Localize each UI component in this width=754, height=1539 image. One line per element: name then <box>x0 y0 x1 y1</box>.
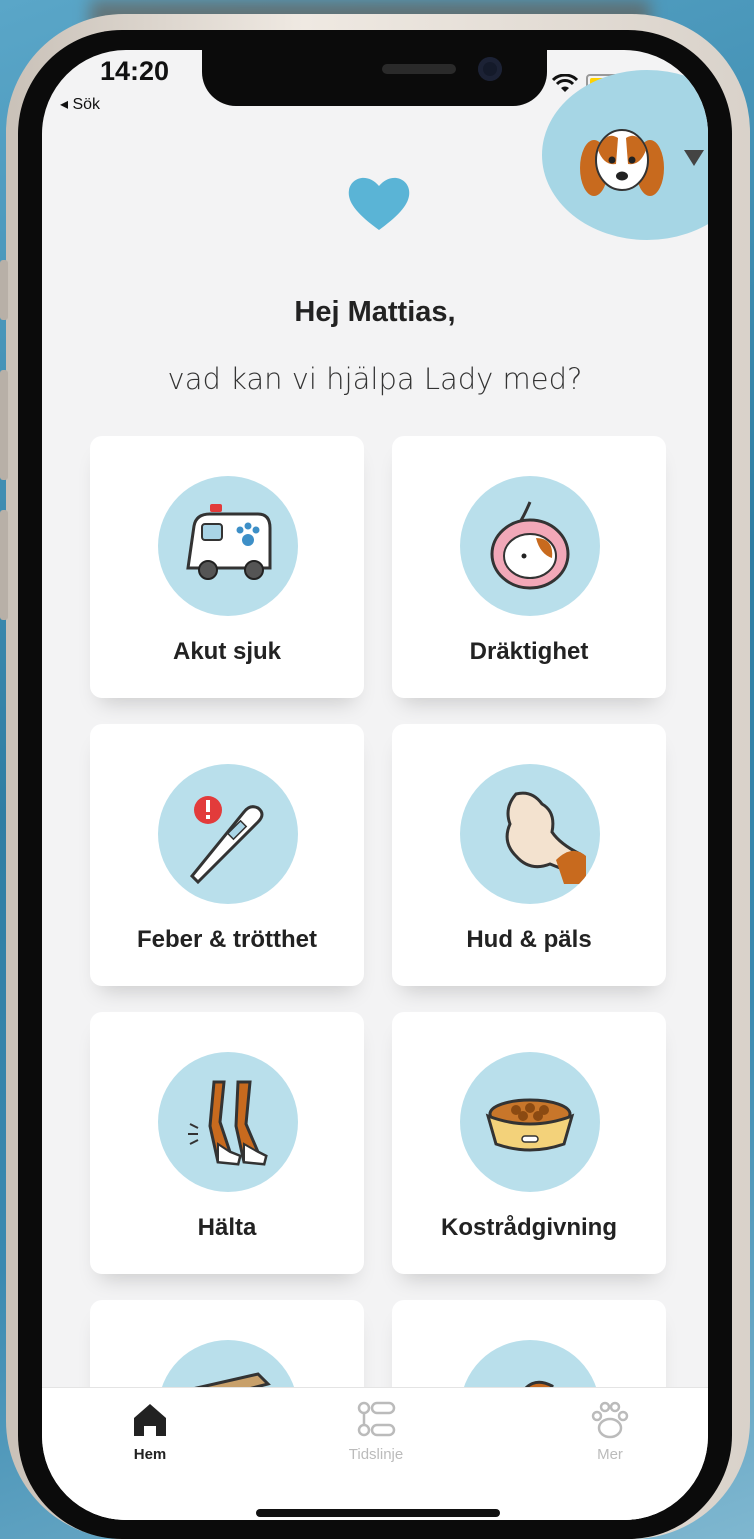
category-card-akut-sjuk[interactable]: Akut sjuk <box>90 436 364 698</box>
dog-avatar-icon[interactable] <box>576 120 668 206</box>
app-screen: 14:20 ◂ Sök Hej Mattias, vad kan vi hjäl… <box>42 50 708 1520</box>
tab-timeline[interactable]: Tidslinje <box>316 1398 436 1463</box>
category-label: Akut sjuk <box>172 638 282 665</box>
pregnancy-icon <box>490 501 570 590</box>
category-icon-circle <box>158 1052 298 1192</box>
category-icon-circle <box>158 764 298 904</box>
category-icon-circle <box>460 476 600 616</box>
legs-icon <box>188 1080 268 1166</box>
category-icon-circle <box>158 476 298 616</box>
greeting-question: vad kan vi hjälpa Lady med? <box>167 362 583 396</box>
category-label: Feber & trötthet <box>137 926 317 953</box>
tab-label: Mer <box>597 1446 623 1463</box>
category-card-feber-trotthet[interactable]: Feber & trötthet <box>90 724 364 986</box>
tab-label: Hem <box>133 1446 167 1463</box>
speaker <box>382 64 456 74</box>
category-label: Hälta <box>197 1214 257 1241</box>
volume-down-button <box>0 510 8 620</box>
heart-icon <box>348 177 410 230</box>
category-card-draktighet[interactable]: Dräktighet <box>392 436 666 698</box>
thermometer-icon <box>189 796 264 885</box>
category-card-kostradgivning[interactable]: Kostrådgivning <box>392 1012 666 1274</box>
greeting-title: Hej Mattias, <box>294 296 456 328</box>
category-card-halta[interactable]: Hälta <box>90 1012 364 1274</box>
category-icon-circle <box>460 764 600 904</box>
category-icon-circle <box>460 1052 600 1192</box>
category-card-hud-pals[interactable]: Hud & päls <box>392 724 666 986</box>
category-label: Hud & päls <box>466 926 592 953</box>
tab-more[interactable]: Mer <box>550 1398 670 1463</box>
home-indicator[interactable] <box>256 1509 500 1517</box>
home-icon <box>134 1404 166 1436</box>
fur-icon <box>505 791 586 884</box>
tab-home[interactable]: Hem <box>90 1398 210 1463</box>
tab-label: Tidslinje <box>348 1446 404 1463</box>
timeline-icon <box>357 1401 396 1437</box>
wifi-icon <box>552 74 578 92</box>
food-bowl-icon <box>485 1098 575 1152</box>
camera <box>478 57 502 81</box>
volume-up-button <box>0 370 8 480</box>
status-time: 14:20 <box>100 56 170 86</box>
category-label: Dräktighet <box>469 638 589 665</box>
ambulance-icon <box>186 504 272 580</box>
notch <box>202 50 547 106</box>
category-label: Kostrådgivning <box>440 1214 617 1241</box>
mute-switch <box>0 260 8 320</box>
tab-bar: Hem Tidslinje Mer <box>42 1387 708 1520</box>
back-to-search[interactable]: ◂ Sök <box>60 94 100 114</box>
paw-icon <box>591 1401 629 1439</box>
chevron-down-icon[interactable] <box>684 150 704 166</box>
